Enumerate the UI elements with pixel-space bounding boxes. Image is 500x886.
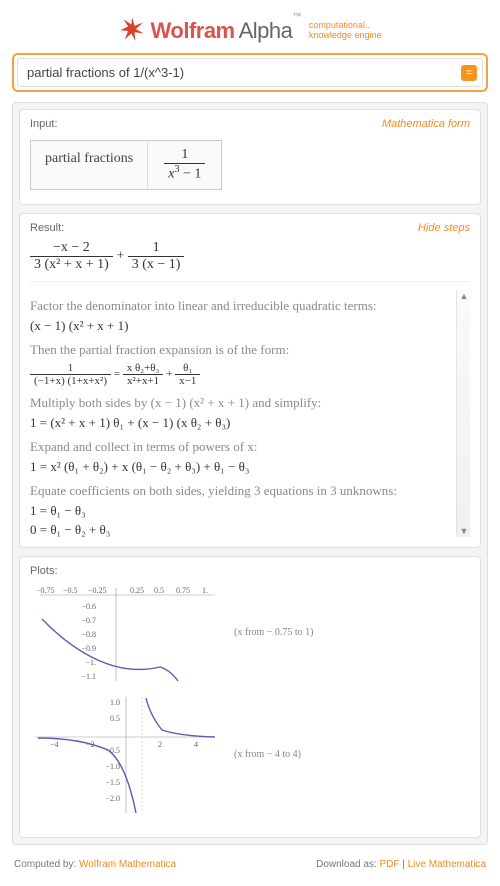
plot-caption-1: (x from − 0.75 to 1) xyxy=(234,627,314,638)
step-eq: 1 = x² (θ₁ + θ₂) + x (θ₁ − θ₂ + θ₃) + θ₁… xyxy=(30,459,470,475)
svg-text:−0.75: −0.75 xyxy=(36,586,55,595)
input-interpretation: partial fractions 1 x3 − 1 xyxy=(30,140,222,190)
svg-text:−2.0: −2.0 xyxy=(105,794,120,803)
step-text: Multiply both sides by (x − 1) (x² + x +… xyxy=(30,395,470,411)
wolfram-mathematica-link[interactable]: Wolfram Mathematica xyxy=(79,859,176,870)
header: Wolfram Alpha™ computational..knowledge … xyxy=(12,16,488,45)
logo-text: Wolfram Alpha™ xyxy=(151,18,301,44)
input-expression: 1 x3 − 1 xyxy=(148,141,221,189)
svg-text:−0.6: −0.6 xyxy=(81,602,96,611)
pod-input: Input: Mathematica form partial fraction… xyxy=(19,109,481,205)
svg-text:0.5: 0.5 xyxy=(154,586,164,595)
input-label: partial fractions xyxy=(31,141,148,189)
results-container: Input: Mathematica form partial fraction… xyxy=(12,102,488,845)
svg-text:−0.9: −0.9 xyxy=(81,644,96,653)
step-text: Equate coefficients on both sides, yield… xyxy=(30,483,470,499)
step-eq: 0 = θ₁ − θ₂ + θ₃ xyxy=(30,522,470,537)
svg-text:−1.1: −1.1 xyxy=(81,672,96,681)
svg-text:−1.: −1. xyxy=(85,658,96,667)
plot-caption-2: (x from − 4 to 4) xyxy=(234,749,301,760)
svg-text:−4: −4 xyxy=(50,740,59,749)
plot-2: −4−224 1.00.5 −0.5−1.0 −1.5−2.0 xyxy=(30,695,220,815)
steps-panel: Factor the denominator into linear and i… xyxy=(30,281,470,537)
svg-text:−0.25: −0.25 xyxy=(88,586,107,595)
computed-by: Computed by: Wolfram Mathematica xyxy=(14,859,176,870)
step-text: Expand and collect in terms of powers of… xyxy=(30,439,470,455)
pod-plots: Plots: −0.75 −0.5 −0.25 0.25 0.5 0.75 1. −0.6… xyxy=(19,556,481,838)
pod-title-input: Input: xyxy=(30,118,58,130)
hide-steps-link[interactable]: Hide steps xyxy=(418,222,470,234)
svg-text:4: 4 xyxy=(194,740,198,749)
step-eq: 1 = θ₁ − θ₃ xyxy=(30,503,470,519)
result-expression: −x − 2 3 (x² + x + 1) + 1 3 (x − 1) xyxy=(30,240,470,273)
svg-text:−0.8: −0.8 xyxy=(81,630,96,639)
svg-text:2: 2 xyxy=(158,740,162,749)
brand-alpha: Alpha™ xyxy=(239,18,301,44)
submit-button[interactable]: = xyxy=(461,65,477,81)
steps-scrollbar[interactable]: ▲ ▼ xyxy=(456,290,470,537)
pod-title-result: Result: xyxy=(30,222,64,234)
pod-result: Result: Hide steps −x − 2 3 (x² + x + 1)… xyxy=(19,213,481,548)
plot-1: −0.75 −0.5 −0.25 0.25 0.5 0.75 1. −0.6 −0.7 −0… xyxy=(30,583,220,683)
svg-text:0.75: 0.75 xyxy=(176,586,190,595)
pod-title-plots: Plots: xyxy=(30,565,58,577)
page: Wolfram Alpha™ computational..knowledge … xyxy=(0,0,500,886)
tagline: computational..knowledge engine xyxy=(309,21,382,41)
scroll-down-icon[interactable]: ▼ xyxy=(458,525,470,537)
search-bar-wrap: = xyxy=(12,53,488,92)
step-eq: 1(−1+x) (1+x+x²) = x θ₂+θ₃x²+x+1 + θ₁x−1 xyxy=(30,362,470,387)
spikey-icon xyxy=(119,16,145,45)
brand-wolfram: Wolfram xyxy=(151,18,235,44)
step-text: Factor the denominator into linear and i… xyxy=(30,298,470,314)
step-eq: 1 = (x² + x + 1) θ₁ + (x − 1) (x θ₂ + θ₃… xyxy=(30,415,470,431)
svg-text:−1.5: −1.5 xyxy=(105,778,120,787)
scroll-up-icon[interactable]: ▲ xyxy=(458,290,470,302)
svg-text:1.0: 1.0 xyxy=(110,698,120,707)
footer: Computed by: Wolfram Mathematica Downloa… xyxy=(12,857,488,876)
download-live-link[interactable]: Live Mathematica xyxy=(408,859,486,870)
svg-text:−1.0: −1.0 xyxy=(105,762,120,771)
svg-text:−0.5: −0.5 xyxy=(63,586,78,595)
step-text: Then the partial fraction expansion is o… xyxy=(30,342,470,358)
download-links: Download as: PDF | Live Mathematica xyxy=(316,859,486,870)
search-bar: = xyxy=(17,58,483,87)
svg-text:−0.7: −0.7 xyxy=(81,616,96,625)
svg-text:0.5: 0.5 xyxy=(110,714,120,723)
download-pdf-link[interactable]: PDF xyxy=(379,859,399,870)
svg-text:1.: 1. xyxy=(202,586,208,595)
svg-text:0.25: 0.25 xyxy=(130,586,144,595)
query-input[interactable] xyxy=(23,63,461,82)
mathematica-form-link[interactable]: Mathematica form xyxy=(382,118,470,130)
step-eq: (x − 1) (x² + x + 1) xyxy=(30,318,470,334)
